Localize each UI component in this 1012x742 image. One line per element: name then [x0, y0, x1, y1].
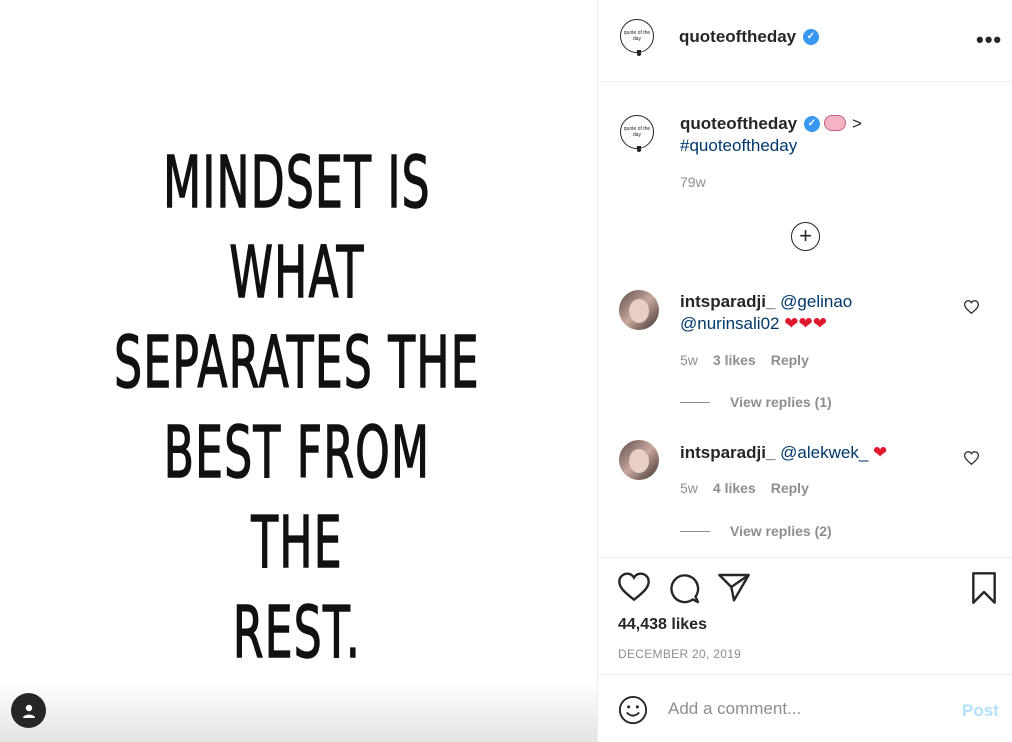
smiley-icon[interactable]: [618, 695, 648, 730]
heart-outline-icon[interactable]: [618, 572, 650, 607]
caption-avatar-text: quote of the day: [623, 126, 651, 138]
header-username[interactable]: quoteoftheday: [679, 27, 796, 47]
caption-arrow: >: [852, 114, 862, 133]
comment-bubble-icon[interactable]: [668, 572, 700, 609]
post-sidebar: quote of the day quoteoftheday ✓ ••• quo…: [597, 0, 1012, 742]
brain-emoji-icon: [824, 115, 846, 131]
quote-line-1: MINDSET IS: [163, 140, 431, 225]
quote-line-4: BEST FROM THE: [163, 410, 431, 585]
comment-username[interactable]: intsparadji_: [680, 292, 775, 311]
comment-mention[interactable]: @alekwek_: [780, 443, 868, 462]
quote-line-5: REST.: [232, 590, 362, 675]
quote-text: MINDSET IS WHAT SEPARATES THE BEST FROM …: [113, 138, 481, 678]
comment-like-icon[interactable]: [963, 451, 980, 469]
red-heart-emoji: ❤: [873, 443, 888, 462]
post-image[interactable]: MINDSET IS WHAT SEPARATES THE BEST FROM …: [0, 0, 597, 742]
avatar-logo-text: quote of the day: [623, 30, 651, 42]
caption-username[interactable]: quoteoftheday: [680, 114, 797, 134]
replies-divider-line: [680, 401, 710, 403]
more-options-icon[interactable]: •••: [976, 27, 1002, 53]
view-replies-label: View replies (1): [730, 394, 832, 410]
comment-body: intsparadji_ @alekwek_ ❤: [680, 442, 970, 464]
post-date[interactable]: DECEMBER 20, 2019: [618, 647, 741, 661]
load-more-comments-button[interactable]: +: [791, 222, 820, 251]
view-replies-button[interactable]: View replies (1): [680, 394, 832, 410]
instagram-post-modal: MINDSET IS WHAT SEPARATES THE BEST FROM …: [0, 0, 1012, 742]
reply-button[interactable]: Reply: [771, 352, 809, 368]
comment-mention[interactable]: @nurinsali02: [680, 314, 779, 333]
paper-plane-icon[interactable]: [718, 572, 750, 607]
post-actions: 44,438 likes DECEMBER 20, 2019: [598, 557, 1012, 674]
likes-count[interactable]: 44,438 likes: [618, 616, 707, 634]
quote-line-3: SEPARATES THE: [114, 320, 480, 405]
comment-likes[interactable]: 3 likes: [713, 352, 756, 368]
person-icon[interactable]: [11, 693, 46, 728]
red-heart-emoji: ❤❤❤: [784, 314, 827, 333]
comment-likes[interactable]: 4 likes: [713, 480, 756, 496]
view-replies-button[interactable]: View replies (2): [680, 523, 832, 539]
comment-body: intsparadji_ @gelinao @nurinsali02 ❤❤❤: [680, 291, 970, 335]
verified-badge-icon: ✓: [803, 29, 819, 45]
comment-input[interactable]: [668, 699, 948, 719]
caption-hashtag[interactable]: #quoteoftheday: [680, 136, 797, 156]
caption-avatar[interactable]: quote of the day: [620, 115, 654, 152]
account-avatar[interactable]: quote of the day: [620, 19, 654, 56]
bookmark-icon[interactable]: [970, 572, 998, 609]
comment-username[interactable]: intsparadji_: [680, 443, 775, 462]
replies-divider-line: [680, 530, 710, 532]
add-comment-bar: Post: [598, 674, 1012, 742]
plus-circle-icon: +: [799, 223, 812, 248]
reply-button[interactable]: Reply: [771, 480, 809, 496]
comment-meta: 5w 4 likes Reply: [680, 480, 809, 496]
comment-avatar[interactable]: [619, 290, 659, 330]
post-header: quote of the day quoteoftheday ✓ •••: [598, 0, 1012, 82]
post-comment-button[interactable]: Post: [962, 701, 999, 721]
comment-time[interactable]: 5w: [680, 352, 698, 368]
quote-line-2: WHAT: [229, 230, 365, 315]
image-bottom-gradient: [0, 682, 597, 742]
verified-badge-icon: ✓: [804, 116, 820, 132]
comment-mention[interactable]: @gelinao: [780, 292, 852, 311]
caption-time[interactable]: 79w: [680, 174, 706, 190]
comment-meta: 5w 3 likes Reply: [680, 352, 809, 368]
comment-avatar[interactable]: [619, 440, 659, 480]
comment-like-icon[interactable]: [963, 300, 980, 318]
comment-time[interactable]: 5w: [680, 480, 698, 496]
view-replies-label: View replies (2): [730, 523, 832, 539]
